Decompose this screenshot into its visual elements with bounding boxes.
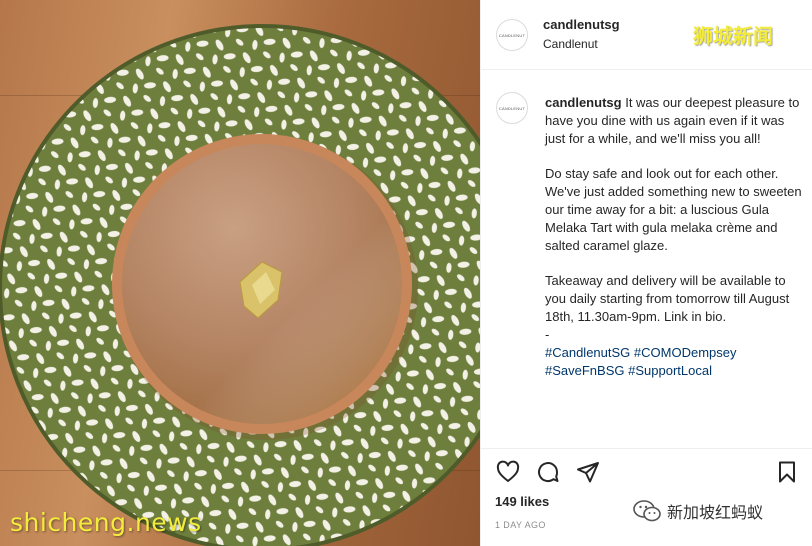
caption-username[interactable]: candlenutsg xyxy=(545,95,622,110)
hashtag-link[interactable]: #SaveFnBSG xyxy=(545,363,625,378)
like-button[interactable] xyxy=(495,459,521,485)
post-actions: 149 likes 1 DAY AGO 新加坡红蚂蚁 xyxy=(481,448,812,546)
post-header: CANDLENUT candlenutsg Candlenut 狮城新闻 xyxy=(481,0,812,70)
heart-icon xyxy=(496,460,520,482)
post-caption: candlenutsg It was our deepest pleasure … xyxy=(545,94,803,380)
header-username[interactable]: candlenutsg xyxy=(543,17,620,32)
post-side-panel: CANDLENUT candlenutsg Candlenut 狮城新闻 CAN… xyxy=(480,0,812,546)
avatar-logo-text: CANDLENUT xyxy=(498,105,526,111)
share-button[interactable] xyxy=(575,459,601,485)
watermark-left: shicheng.news xyxy=(10,508,202,537)
hashtag-link[interactable]: #SupportLocal xyxy=(628,363,712,378)
comment-button[interactable] xyxy=(535,459,561,485)
wechat-icon xyxy=(633,500,661,522)
avatar[interactable]: CANDLENUT xyxy=(496,19,528,51)
caption-paragraph: Do stay safe and look out for each other… xyxy=(545,166,802,253)
hashtag-link[interactable]: #COMODempsey xyxy=(634,345,737,360)
caption-area: CANDLENUT candlenutsg It was our deepest… xyxy=(481,70,812,448)
post-location[interactable]: Candlenut xyxy=(543,37,598,51)
avatar-logo-text: CANDLENUT xyxy=(498,32,526,38)
caption-avatar[interactable]: CANDLENUT xyxy=(496,92,528,124)
wechat-watermark-label: 新加坡红蚂蚁 xyxy=(667,503,764,522)
save-button[interactable] xyxy=(774,459,800,485)
wechat-watermark: 新加坡红蚂蚁 xyxy=(633,499,763,523)
likes-count[interactable]: 149 likes xyxy=(495,494,549,509)
caption-paragraph: Takeaway and delivery will be available … xyxy=(545,273,790,324)
hashtag-link[interactable]: #CandlenutSG xyxy=(545,345,630,360)
post-timestamp[interactable]: 1 DAY AGO xyxy=(495,520,546,530)
tart-on-plate-illustration xyxy=(0,24,480,546)
comment-icon xyxy=(538,462,559,483)
caption-dash: - xyxy=(545,327,550,342)
share-icon xyxy=(577,462,599,483)
watermark-right: 狮城新闻 xyxy=(693,24,773,48)
bookmark-icon xyxy=(779,461,795,483)
post-photo[interactable]: shicheng.news xyxy=(0,0,480,546)
